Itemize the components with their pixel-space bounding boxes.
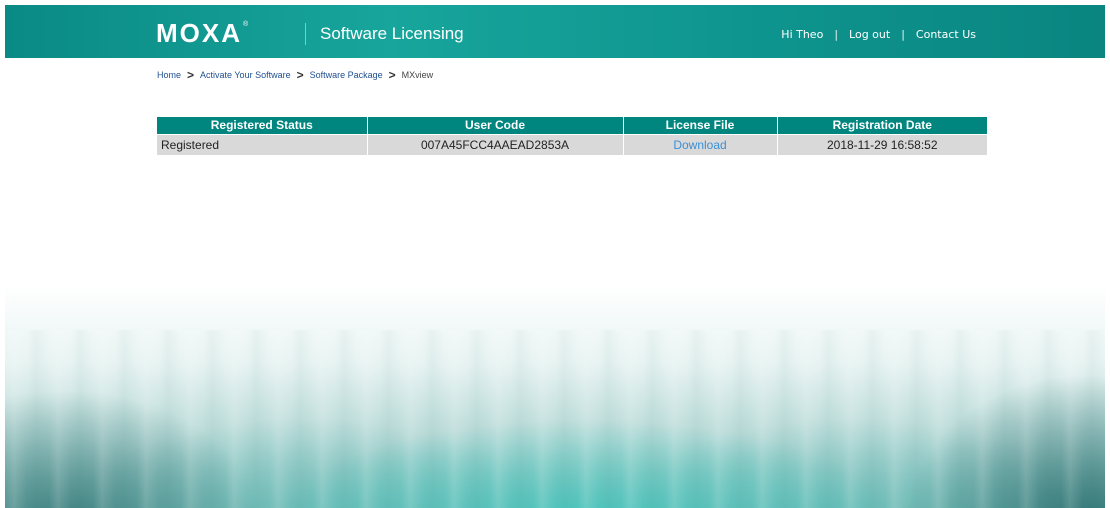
logo-text: MOXA: [156, 18, 242, 48]
table-header-row: Registered Status User Code License File…: [157, 117, 987, 135]
cell-license-file: Download: [623, 134, 778, 155]
page: MOXA ® Software Licensing Hi Theo | Log …: [0, 0, 1110, 508]
logo-registered-mark: ®: [243, 20, 249, 28]
column-header-user-code: User Code: [367, 117, 624, 135]
download-license-link[interactable]: Download: [673, 138, 726, 152]
breadcrumb: Home > Activate Your Software > Software…: [157, 69, 433, 81]
header-divider: [305, 23, 306, 45]
registration-table: Registered Status User Code License File…: [157, 117, 987, 155]
column-header-registration-date: Registration Date: [777, 117, 987, 135]
logout-link[interactable]: Log out: [849, 28, 890, 42]
breadcrumb-home[interactable]: Home: [157, 69, 181, 81]
header-bar: MOXA ® Software Licensing Hi Theo | Log …: [5, 5, 1105, 58]
breadcrumb-separator: >: [388, 68, 396, 82]
user-nav: Hi Theo | Log out | Contact Us: [781, 28, 976, 42]
column-header-license-file: License File: [623, 117, 778, 135]
background-streaks: [5, 330, 1105, 508]
column-header-registered-status: Registered Status: [157, 117, 368, 135]
breadcrumb-separator: >: [296, 68, 304, 82]
table-row: Registered 007A45FCC4AAEAD2853A Download…: [157, 134, 987, 155]
breadcrumb-current: MXview: [401, 70, 434, 80]
breadcrumb-separator: >: [187, 68, 195, 82]
breadcrumb-software-package[interactable]: Software Package: [310, 69, 383, 81]
nav-separator: |: [834, 28, 839, 41]
moxa-logo[interactable]: MOXA ®: [156, 18, 249, 48]
app-title: Software Licensing: [320, 24, 464, 43]
user-greeting: Hi Theo: [781, 28, 824, 41]
contact-us-link[interactable]: Contact Us: [916, 28, 976, 42]
breadcrumb-activate-software[interactable]: Activate Your Software: [200, 69, 291, 81]
cell-registration-date: 2018-11-29 16:58:52: [777, 134, 987, 155]
nav-separator: |: [901, 28, 905, 41]
cell-user-code: 007A45FCC4AAEAD2853A: [367, 134, 624, 155]
cell-registered-status: Registered: [157, 134, 368, 155]
